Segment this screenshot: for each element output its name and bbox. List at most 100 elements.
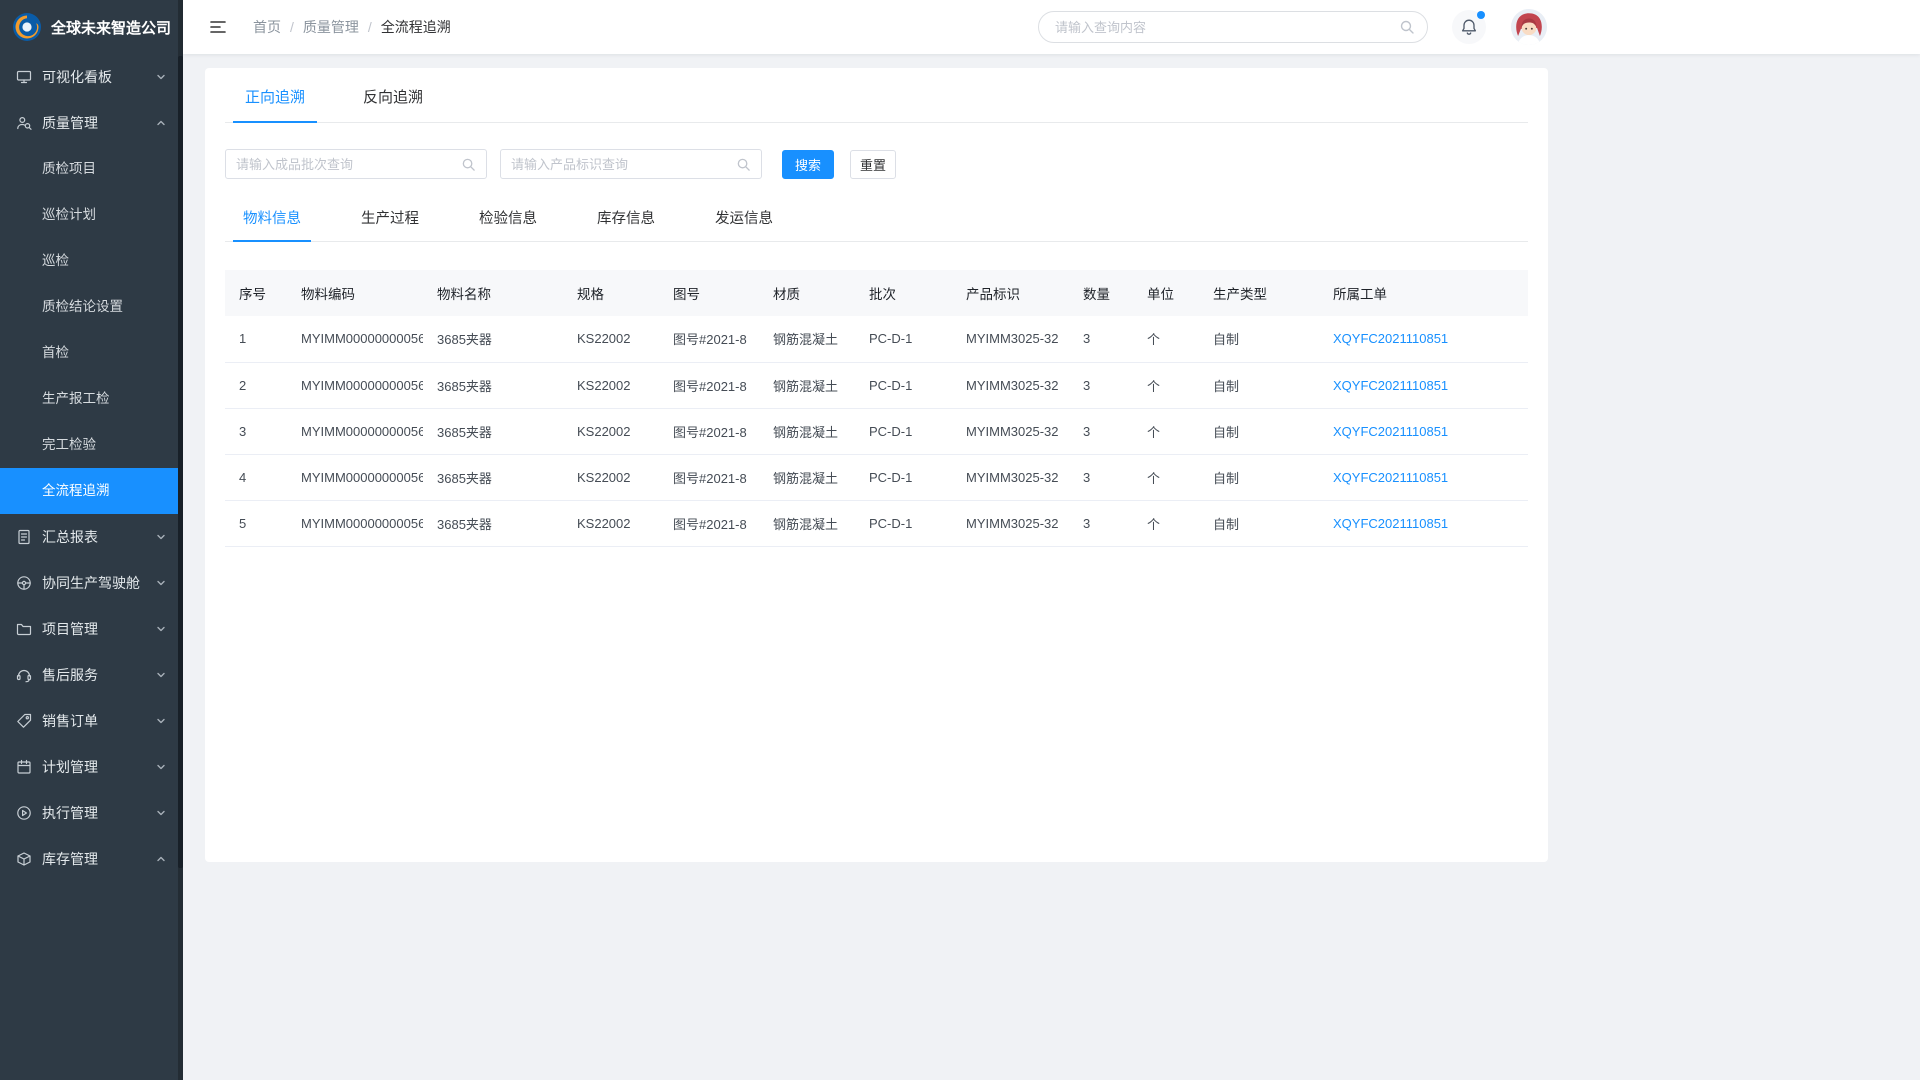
sidebar-subitem[interactable]: 质检结论设置 <box>0 284 178 330</box>
chevron-down-icon <box>156 578 166 588</box>
table-cell: KS22002 <box>563 316 659 362</box>
sidebar-item-dashboard[interactable]: 可视化看板 <box>0 54 178 100</box>
notification-bell[interactable] <box>1452 10 1486 44</box>
search-icon <box>736 157 751 172</box>
table-cell: KS22002 <box>563 500 659 546</box>
table-cell: 个 <box>1133 362 1199 408</box>
sidebar-subitem[interactable]: 首检 <box>0 330 178 376</box>
info-category-tab[interactable]: 发运信息 <box>705 207 783 241</box>
sidebar-scrollbar-thumb[interactable] <box>178 56 183 868</box>
dashboard-icon <box>16 69 32 85</box>
trace-direction-tab[interactable]: 正向追溯 <box>233 86 317 122</box>
table-header-row: 序号物料编码物料名称规格图号材质批次产品标识数量单位生产类型所属工单 <box>225 270 1528 316</box>
work-order-link[interactable]: XQYFC2021110851 <box>1319 316 1528 362</box>
batch-search-input[interactable] <box>236 157 461 172</box>
sidebar-subitem[interactable]: 完工检验 <box>0 422 178 468</box>
sidebar-item-label: 质量管理 <box>42 113 146 133</box>
breadcrumb-item[interactable]: 质量管理 <box>303 17 359 37</box>
sidebar-item-quality[interactable]: 质量管理 <box>0 100 178 146</box>
sidebar-item-label: 销售订单 <box>42 711 146 731</box>
work-order-link[interactable]: XQYFC2021110851 <box>1319 362 1528 408</box>
user-avatar[interactable] <box>1510 8 1548 46</box>
sidebar-collapse-button[interactable] <box>205 14 231 40</box>
table-column-header: 材质 <box>759 270 855 316</box>
sidebar-item-sales[interactable]: 销售订单 <box>0 698 178 744</box>
header-search-input[interactable] <box>1055 20 1399 35</box>
info-category-tab[interactable]: 物料信息 <box>233 207 311 241</box>
content-area: 正向追溯反向追溯 搜索 重置 <box>183 54 1920 1080</box>
header-right <box>1038 8 1548 46</box>
sidebar-item-reports[interactable]: 汇总报表 <box>0 514 178 560</box>
chevron-up-icon <box>156 854 166 864</box>
search-button[interactable]: 搜索 <box>782 150 834 179</box>
sidebar-subitem[interactable]: 巡检计划 <box>0 192 178 238</box>
quality-icon <box>16 115 32 131</box>
sidebar-subitem[interactable]: 巡检 <box>0 238 178 284</box>
sidebar-item-label: 售后服务 <box>42 665 146 685</box>
inventory-icon <box>16 851 32 867</box>
table-cell: MYIMM3025-32 <box>952 362 1069 408</box>
table-column-header: 规格 <box>563 270 659 316</box>
table-cell: MYIMM000000000561 <box>287 408 423 454</box>
info-category-tab[interactable]: 库存信息 <box>587 207 665 241</box>
filter-row: 搜索 重置 <box>225 149 1528 179</box>
table-cell: 图号#2021-8 <box>659 362 759 408</box>
header-search[interactable] <box>1038 11 1428 43</box>
work-order-link[interactable]: XQYFC2021110851 <box>1319 408 1528 454</box>
table-cell: MYIMM000000000561 <box>287 500 423 546</box>
product-id-search-field[interactable] <box>500 149 762 179</box>
trace-direction-tab[interactable]: 反向追溯 <box>351 86 435 122</box>
breadcrumb-item: 全流程追溯 <box>381 17 451 37</box>
sidebar-item-aftersales[interactable]: 售后服务 <box>0 652 178 698</box>
table-cell: 图号#2021-8 <box>659 500 759 546</box>
sales-icon <box>16 713 32 729</box>
table-cell: PC-D-1 <box>855 454 952 500</box>
table-cell: 钢筋混凝土 <box>759 500 855 546</box>
table-cell: KS22002 <box>563 362 659 408</box>
sidebar-item-projects[interactable]: 项目管理 <box>0 606 178 652</box>
product-id-search-input[interactable] <box>511 157 736 172</box>
reset-button[interactable]: 重置 <box>850 150 896 179</box>
trace-card: 正向追溯反向追溯 搜索 重置 <box>205 68 1548 862</box>
sidebar-item-execution[interactable]: 执行管理 <box>0 790 178 836</box>
breadcrumb-item[interactable]: 首页 <box>253 17 281 37</box>
table-cell: 钢筋混凝土 <box>759 362 855 408</box>
table-cell: 3 <box>1069 362 1133 408</box>
table-cell: 4 <box>225 454 287 500</box>
search-icon[interactable] <box>1399 19 1415 35</box>
app-root: 全球未来智造公司 可视化看板质量管理质检项目巡检计划巡检质检结论设置首检生产报工… <box>0 0 1920 1080</box>
work-order-link[interactable]: XQYFC2021110851 <box>1319 500 1528 546</box>
table-row: 2MYIMM0000000005613685夹器KS22002图号#2021-8… <box>225 362 1528 408</box>
table-column-header: 生产类型 <box>1199 270 1319 316</box>
table-cell: 自制 <box>1199 316 1319 362</box>
table-cell: 3685夹器 <box>423 500 563 546</box>
table-cell: 3 <box>1069 500 1133 546</box>
trace-direction-tabs: 正向追溯反向追溯 <box>225 68 1528 123</box>
work-order-link[interactable]: XQYFC2021110851 <box>1319 454 1528 500</box>
info-category-tab[interactable]: 生产过程 <box>351 207 429 241</box>
sidebar-item-planning[interactable]: 计划管理 <box>0 744 178 790</box>
sidebar-item-inventory[interactable]: 库存管理 <box>0 836 178 882</box>
table-cell: 3685夹器 <box>423 454 563 500</box>
logo[interactable]: 全球未来智造公司 <box>0 0 183 54</box>
table-cell: 3 <box>1069 454 1133 500</box>
sidebar-item-label: 项目管理 <box>42 619 146 639</box>
sidebar-subitem[interactable]: 质检项目 <box>0 146 178 192</box>
table-cell: 个 <box>1133 454 1199 500</box>
sidebar-subitem[interactable]: 生产报工检 <box>0 376 178 422</box>
table-cell: MYIMM3025-32 <box>952 408 1069 454</box>
batch-search-field[interactable] <box>225 149 487 179</box>
table-cell: 5 <box>225 500 287 546</box>
table-column-header: 物料名称 <box>423 270 563 316</box>
info-category-tab[interactable]: 检验信息 <box>469 207 547 241</box>
table-row: 4MYIMM0000000005613685夹器KS22002图号#2021-8… <box>225 454 1528 500</box>
table-cell: 图号#2021-8 <box>659 454 759 500</box>
breadcrumb: 首页/质量管理/全流程追溯 <box>253 17 451 37</box>
breadcrumb-separator: / <box>290 19 294 35</box>
table-cell: 个 <box>1133 500 1199 546</box>
sidebar-item-cockpit[interactable]: 协同生产驾驶舱 <box>0 560 178 606</box>
table-cell: 3 <box>1069 316 1133 362</box>
sidebar-item-label: 计划管理 <box>42 757 146 777</box>
sidebar-subitem[interactable]: 全流程追溯 <box>0 468 178 514</box>
sidebar-item-label: 可视化看板 <box>42 67 146 87</box>
